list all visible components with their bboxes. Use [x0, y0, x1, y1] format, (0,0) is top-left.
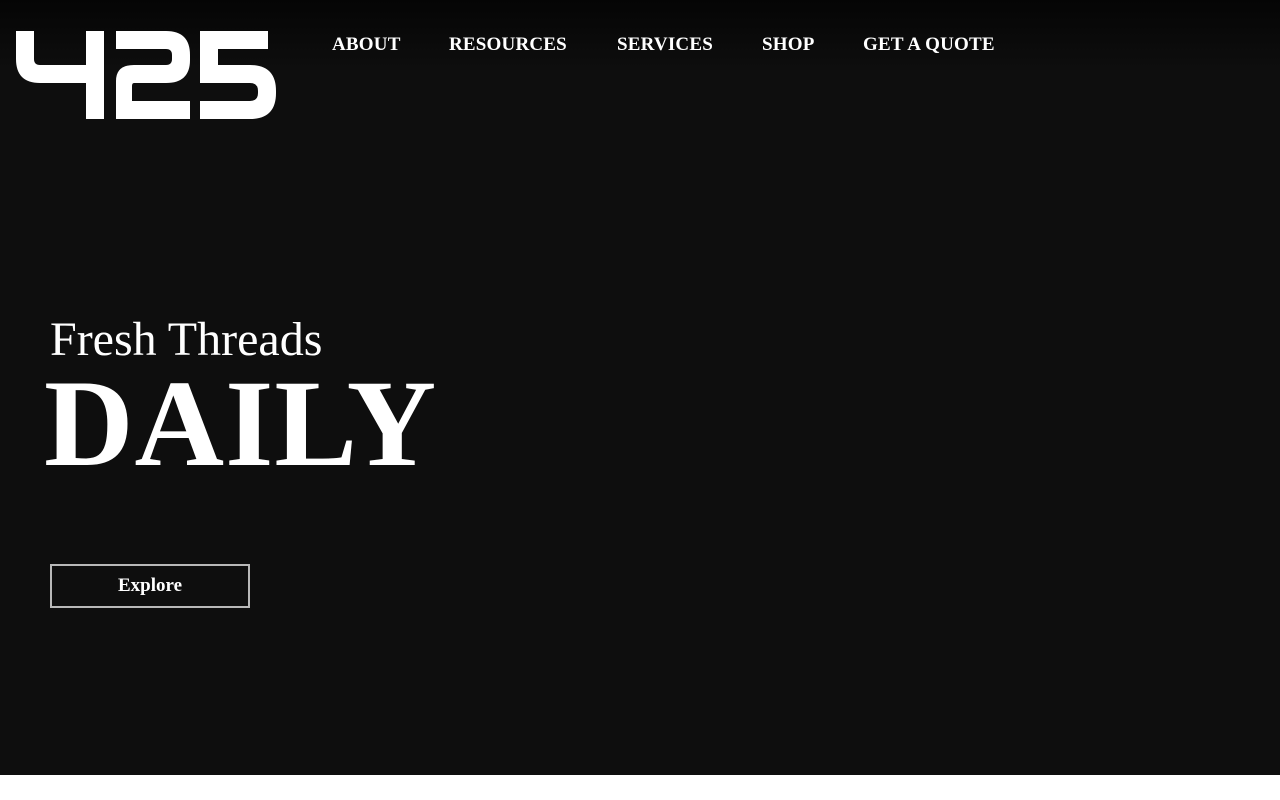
explore-button-label: Explore — [117, 575, 183, 596]
nav-item-get-a-quote[interactable]: GET A QUOTE — [863, 34, 995, 56]
hero-section: ABOUT RESOURCES SERVICES SHOP GET A QUOT… — [0, 0, 1280, 775]
nav-item-services[interactable]: SERVICES — [617, 34, 713, 56]
hero-headline: DAILY — [44, 355, 438, 492]
nav-item-shop[interactable]: SHOP — [762, 34, 815, 56]
brand-logo[interactable] — [16, 31, 276, 119]
explore-button[interactable]: Explore — [50, 564, 250, 608]
nav-item-resources[interactable]: RESOURCES — [449, 34, 567, 56]
nav-item-about[interactable]: ABOUT — [332, 34, 401, 56]
